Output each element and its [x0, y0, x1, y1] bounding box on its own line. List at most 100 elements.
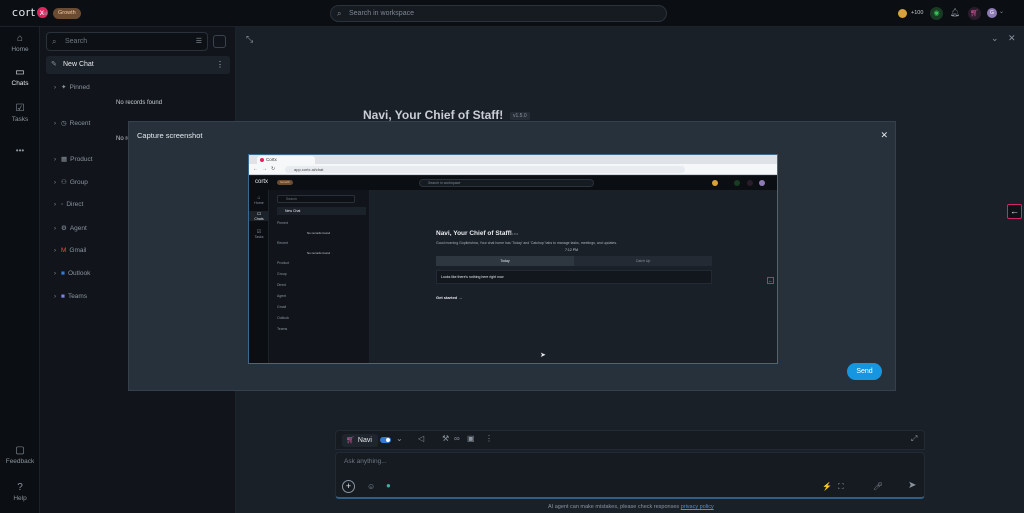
tasks-icon: ☑ [15, 103, 25, 114]
section-gmail[interactable]: › M Gmail [54, 247, 86, 254]
preview-rail: ⌂ Home ▭ Chats ☑ Tasks [249, 190, 269, 363]
send-button[interactable]: Send [847, 363, 882, 380]
preview-get-started: Get started → [436, 295, 463, 300]
speaker-icon[interactable]: ◁ [418, 434, 424, 443]
rail-item-label: Home [11, 46, 29, 53]
browser-tab-strip: Cortx [249, 155, 777, 164]
logo-suffix: ai [43, 11, 47, 17]
help-icon: ? [17, 482, 23, 493]
page-title: Navi, Your Chief of Staff! [363, 108, 504, 122]
preview-section: Outlook [277, 316, 290, 320]
search-icon: ⌕ [337, 9, 342, 18]
close-icon[interactable]: ✕ [1008, 33, 1016, 44]
chevron-down-icon[interactable]: ⌄ [991, 33, 999, 44]
workspace-search-input[interactable]: ⌕ Search in workspace [330, 5, 667, 22]
back-arrow-icon[interactable]: ← [1007, 204, 1022, 219]
rail-item-label: Tasks [11, 116, 29, 123]
sidebar-search-input[interactable]: ⌕ Search ☰ [46, 32, 208, 51]
wand-icon[interactable]: ⚡ [822, 482, 832, 491]
close-icon[interactable]: ✕ [880, 130, 888, 141]
new-chat-item[interactable]: ✎ New Chat ⋮ [46, 56, 230, 74]
mic-icon[interactable]: 🎤︎ [873, 482, 883, 491]
section-group[interactable]: › ⚇ Group [54, 178, 88, 186]
section-teams[interactable]: › ■ Teams [54, 293, 87, 300]
preview-cart-icon [747, 180, 753, 186]
preview-time: 7:12 PM [565, 248, 579, 252]
section-direct[interactable]: › ◦ Direct [54, 201, 83, 208]
rail-more-button[interactable]: ••• [0, 146, 40, 155]
section-recent[interactable]: › ◷ Recent [54, 119, 90, 127]
globe-icon[interactable]: ● [386, 481, 391, 490]
privacy-policy-link[interactable]: privacy policy [681, 504, 714, 510]
chevron-down-icon[interactable]: ⌄ [396, 434, 403, 443]
screenshot-icon[interactable]: ⛶ [838, 482, 844, 492]
rail-item-feedback[interactable]: ▢ Feedback [0, 445, 40, 465]
section-outlook[interactable]: › ■ Outlook [54, 270, 90, 277]
green-status-icon[interactable]: ◉ [930, 7, 943, 20]
more-icon[interactable]: ⋮ [485, 434, 493, 443]
collapse-icon[interactable]: ⤡ [246, 34, 253, 45]
preview-version: v1.5.0 [510, 232, 519, 236]
preview-section: Product [277, 261, 290, 265]
pin-icon: ✦ [61, 84, 67, 91]
section-agent[interactable]: › ⚙ Agent [54, 224, 87, 232]
image-icon[interactable]: ▣ [467, 434, 475, 443]
composer-toolbar: 🛒︎ Navi ⌄ ◁ ⚒ ∞ ▣ ⋮ ⤢ [335, 430, 925, 450]
agent-toggle[interactable] [380, 437, 391, 443]
bell-icon[interactable]: 🔔︎ [950, 8, 960, 21]
preview-section: Group [277, 272, 287, 276]
more-icon[interactable]: ⋮ [216, 56, 224, 74]
message-composer[interactable]: Ask anything... + ☺ ● ⚡ ⛶ 🎤︎ ➤ [335, 452, 925, 499]
pinned-empty-text: No records found [116, 100, 163, 106]
left-rail: ⌂ Home ▭ Chats ☑ Tasks ••• ▢ Feedback ? … [0, 27, 40, 513]
clock-icon: ◷ [61, 120, 67, 127]
collapse-sidebar-icon[interactable] [213, 35, 226, 48]
preview-sidebar-search: Search [277, 195, 355, 203]
preview-section: Gmail [277, 305, 287, 309]
preview-empty: No records found [307, 251, 331, 255]
chat-icon: ▭ [15, 67, 25, 78]
agent-selector[interactable]: 🛒︎ Navi [342, 434, 378, 447]
preview-sidebar: Search New Chat Pinned No records found … [269, 190, 370, 363]
chevron-down-icon[interactable]: ⌄ [999, 8, 1004, 21]
new-chat-label: New Chat [63, 61, 94, 68]
rail-item-help[interactable]: ? Help [0, 482, 40, 502]
preview-section: Agent [277, 294, 287, 298]
preview-plan-badge: Growth [277, 180, 293, 185]
rail-item-label: Chats [11, 80, 29, 87]
send-icon[interactable]: ➤ [908, 480, 916, 491]
browser-url: app.cortx.ai/chat [285, 166, 685, 173]
rail-item-chats[interactable]: ▭ Chats [0, 67, 40, 87]
rail-item-tasks[interactable]: ☑ Tasks [0, 103, 40, 123]
outlook-icon: ■ [61, 270, 65, 277]
filter-icon[interactable]: ☰ [196, 33, 202, 50]
wrench-icon[interactable]: ⚒ [442, 434, 449, 443]
rail-item-label: Help [13, 495, 27, 502]
preview-avatar [759, 180, 765, 186]
product-icon: ▦ [61, 156, 68, 163]
emoji-icon[interactable]: ☺ [367, 482, 375, 491]
browser-tab: Cortx [257, 156, 315, 164]
preview-subtitle: Good morning Gopikrishna, Your chat home… [436, 241, 618, 245]
preview-search: Search in workspace [419, 179, 594, 187]
preview-empty: No records found [307, 231, 331, 235]
rail-item-home[interactable]: ⌂ Home [0, 33, 40, 53]
preview-back-arrow-icon: ← [767, 277, 774, 284]
avatar[interactable]: G [987, 8, 997, 18]
ai-disclaimer: AI agent can make mistakes, please check… [548, 504, 714, 510]
preview-title: Navi, Your Chief of Staff! [436, 230, 512, 237]
top-bar: cort x ai Growth ⌕ Search in workspace +1… [0, 0, 1024, 27]
capture-screenshot-dialog: Capture screenshot ✕ Cortx ← → ↻ app.cor… [128, 121, 896, 391]
coin-icon [898, 9, 907, 18]
cart-icon: 🛒︎ [346, 437, 355, 444]
link-icon[interactable]: ∞ [454, 434, 460, 443]
section-pinned[interactable]: › ✦ Pinned [54, 83, 90, 91]
workspace-search-placeholder: Search in workspace [349, 10, 414, 17]
section-product[interactable]: › ▦ Product [54, 155, 93, 163]
cart-icon[interactable]: 🛒︎ [968, 7, 981, 20]
coins-count[interactable]: +100 [911, 10, 923, 23]
forward-icon: → [262, 166, 267, 172]
expand-icon[interactable]: ⤢ [911, 434, 917, 444]
add-attachment-button[interactable]: + [342, 480, 355, 493]
plan-badge[interactable]: Growth [53, 8, 81, 19]
